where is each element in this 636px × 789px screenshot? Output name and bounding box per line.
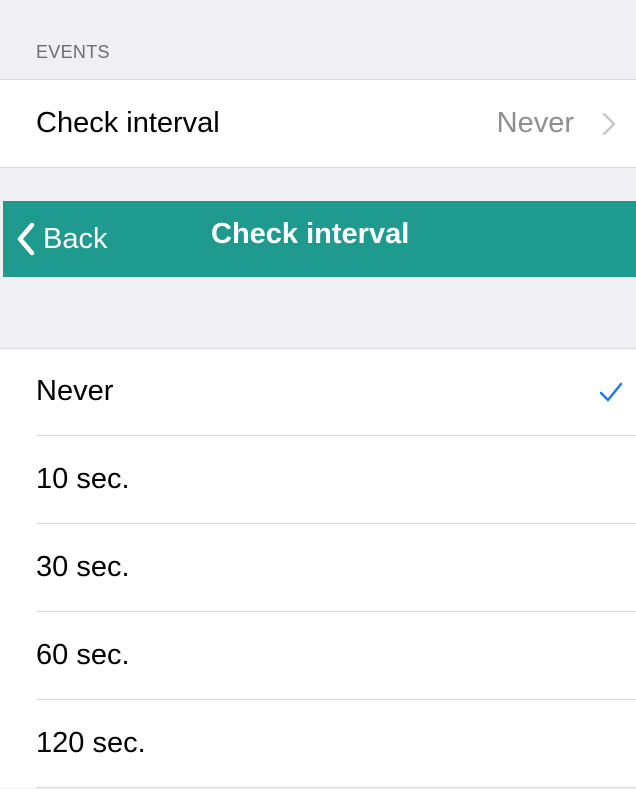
- check-interval-label: Check interval: [36, 107, 220, 139]
- section-header-events: EVENTS: [0, 0, 636, 80]
- option-never[interactable]: Never: [0, 348, 636, 436]
- nav-title: Check interval: [211, 218, 410, 250]
- option-120-sec[interactable]: 120 sec.: [0, 700, 636, 788]
- interval-options-list: Never 10 sec. 30 sec. 60 sec. 120 sec.: [0, 348, 636, 788]
- check-interval-row[interactable]: Check interval Never: [0, 80, 636, 168]
- option-10-sec[interactable]: 10 sec.: [0, 436, 636, 524]
- option-label: 120 sec.: [36, 727, 146, 759]
- chevron-left-icon: [17, 222, 35, 256]
- option-label: Never: [36, 375, 114, 407]
- back-button[interactable]: Back: [15, 217, 107, 261]
- option-label: 30 sec.: [36, 551, 130, 583]
- checkmark-icon: [599, 382, 623, 402]
- row-divider: [36, 787, 636, 788]
- nav-bar: Back Check interval: [3, 201, 636, 277]
- option-60-sec[interactable]: 60 sec.: [0, 612, 636, 700]
- option-label: 10 sec.: [36, 463, 130, 495]
- section-header-label: EVENTS: [36, 42, 110, 62]
- screen: EVENTS Check interval Never Back Check i…: [0, 0, 636, 789]
- option-30-sec[interactable]: 30 sec.: [0, 524, 636, 612]
- option-label: 60 sec.: [36, 639, 130, 671]
- back-label: Back: [43, 222, 108, 255]
- chevron-right-icon: [602, 112, 616, 136]
- check-interval-value: Never: [496, 107, 574, 139]
